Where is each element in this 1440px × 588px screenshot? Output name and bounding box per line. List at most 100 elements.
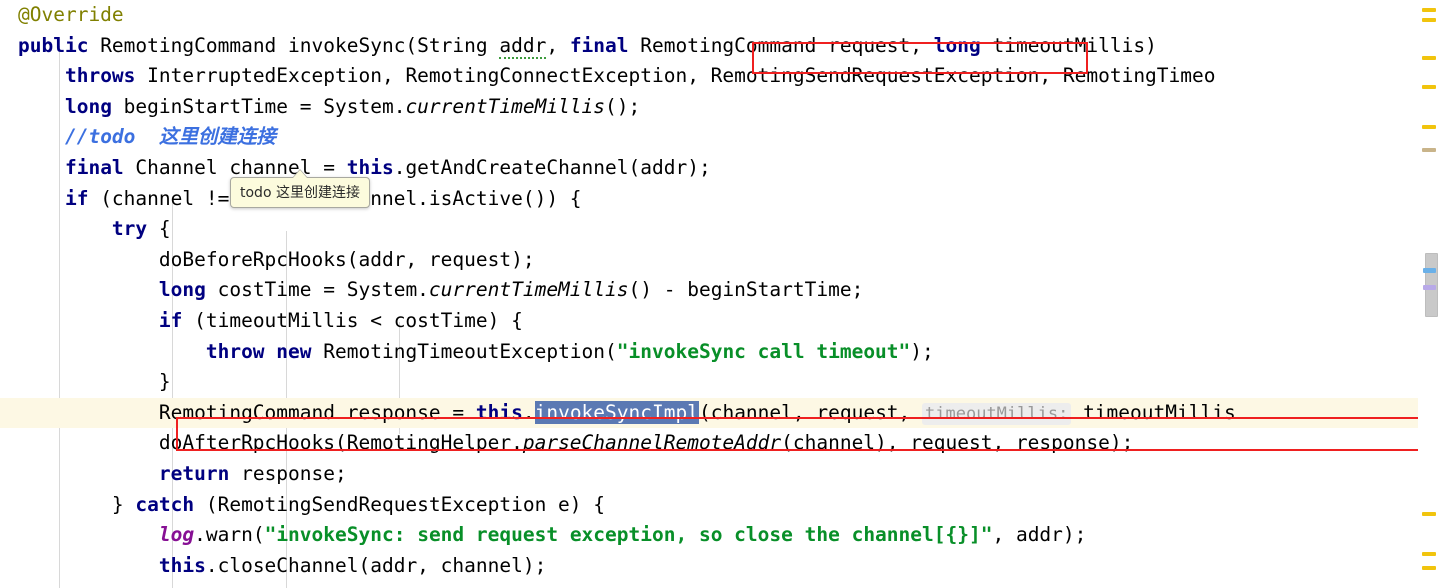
code-line[interactable]: public RemotingCommand invokeSync(String… [0, 31, 1440, 62]
code-content[interactable]: @Override public RemotingCommand invokeSy… [0, 0, 1440, 588]
code-token: //todo 这里创建连接 [64, 125, 276, 149]
code-line[interactable]: throw new RemotingTimeoutException("invo… [0, 337, 1440, 368]
code-token: throw [205, 339, 265, 363]
code-token: Channel channel = [123, 155, 347, 179]
code-line[interactable]: throws InterruptedException, RemotingCon… [0, 61, 1440, 92]
code-token: costTime = System. [205, 278, 429, 302]
code-token: () - beginStartTime; [628, 278, 864, 302]
code-token: public [18, 33, 89, 57]
code-token: RemotingTimeoutException( [311, 339, 617, 363]
code-token: parseChannelRemoteAddr [522, 431, 782, 455]
scrollbar-warning-marker[interactable] [1422, 18, 1436, 22]
code-token: addr [499, 33, 547, 59]
scrollbar-warning-marker[interactable] [1422, 56, 1436, 60]
scrollbar-warning-marker[interactable] [1422, 552, 1436, 556]
code-token: (channel), request, response); [781, 431, 1134, 455]
code-line[interactable]: this.closeChannel(addr, channel); [0, 551, 1440, 582]
scrollbar-warning-marker[interactable] [1422, 8, 1436, 12]
code-token: (); [605, 94, 641, 118]
code-token: doBeforeRpcHooks(addr, request); [158, 247, 535, 271]
code-token: if [64, 186, 89, 210]
code-token: "invokeSync: send request exception, so … [264, 523, 993, 547]
scrollbar-marker-gutter[interactable] [1418, 0, 1440, 588]
scrollbar-warning-marker[interactable] [1422, 512, 1436, 516]
code-token: new [276, 339, 312, 363]
code-token: long [158, 278, 206, 302]
code-token: long [64, 94, 112, 118]
code-token: response; [229, 461, 347, 485]
code-token: final [64, 155, 124, 179]
scrollbar-warning-marker[interactable] [1422, 566, 1436, 570]
code-token: this [346, 155, 394, 179]
code-token: throws [64, 64, 136, 88]
code-token: catch [135, 492, 195, 516]
code-token: (channel != [88, 186, 242, 210]
code-editor[interactable]: @Override public RemotingCommand invokeSy… [0, 0, 1440, 588]
code-line[interactable]: if (timeoutMillis < costTime) { [0, 306, 1440, 337]
code-line[interactable]: if (channel != null && channel.isActive(… [0, 184, 1440, 215]
code-token: .getAndCreateChannel(addr); [393, 155, 711, 179]
code-line[interactable]: try { [0, 214, 1440, 245]
code-token: (RemotingSendRequestException e) { [194, 492, 606, 516]
code-token: , addr); [992, 523, 1087, 547]
code-token: try [111, 217, 148, 241]
scrollbar-warning-marker[interactable] [1422, 85, 1436, 89]
code-token: doAfterRpcHooks(RemotingHelper. [158, 431, 523, 455]
code-line[interactable]: //todo 这里创建连接 [0, 122, 1440, 153]
code-line[interactable]: doAfterRpcHooks(RemotingHelper.parseChan… [0, 428, 1440, 459]
code-line[interactable]: } catch (RemotingSendRequestException e)… [0, 490, 1440, 521]
code-token: RemotingCommand request [628, 33, 911, 57]
code-token: long [933, 33, 981, 57]
code-line[interactable]: return response; [0, 459, 1440, 490]
code-token: { [147, 217, 171, 241]
selected-token: invokeSyncImpl [534, 400, 699, 424]
code-token: (timeoutMillis < costTime) { [182, 308, 523, 332]
code-line[interactable]: final Channel channel = this.getAndCreat… [0, 153, 1440, 184]
code-token: @Override [18, 3, 124, 26]
code-line[interactable]: doBeforeRpcHooks(addr, request); [0, 245, 1440, 276]
code-token: beginStartTime = System. [111, 94, 406, 118]
scrollbar-warning-marker[interactable] [1422, 148, 1436, 152]
code-line[interactable]: @Override [0, 0, 1440, 31]
code-line[interactable]: } [0, 367, 1440, 398]
code-token: , [910, 33, 934, 57]
code-line[interactable]: long costTime = System.currentTimeMillis… [0, 275, 1440, 306]
code-line[interactable]: long beginStartTime = System.currentTime… [0, 92, 1440, 123]
scrollbar-info-marker[interactable] [1423, 268, 1436, 273]
code-token: (channel, request, [698, 400, 923, 424]
code-token: RemotingCommand response = [158, 400, 476, 424]
tooltip-text: todo 这里创建连接 [240, 185, 360, 201]
code-token: "invokeSync call timeout" [616, 339, 911, 363]
scrollbar-warning-marker[interactable] [1422, 125, 1436, 129]
code-token: , [546, 33, 570, 57]
inlay-parameter-hint: timeoutMillis: [922, 402, 1072, 425]
code-token: this [158, 553, 206, 577]
code-token: final [569, 33, 629, 57]
code-token: ); [910, 339, 934, 363]
code-token: if [158, 308, 183, 332]
scrollbar-info-marker[interactable] [1423, 285, 1436, 290]
code-token: timeoutMillis) [980, 33, 1157, 57]
code-line[interactable]: RemotingCommand response = this.invokeSy… [0, 397, 1440, 429]
code-token: InterruptedException, RemotingConnectExc… [135, 64, 1216, 88]
code-token: timeoutMillis [1071, 400, 1236, 424]
code-line[interactable]: log.warn("invokeSync: send request excep… [0, 520, 1440, 551]
code-token: this [475, 400, 523, 424]
code-token: . [522, 400, 535, 424]
code-token: log [158, 523, 195, 547]
